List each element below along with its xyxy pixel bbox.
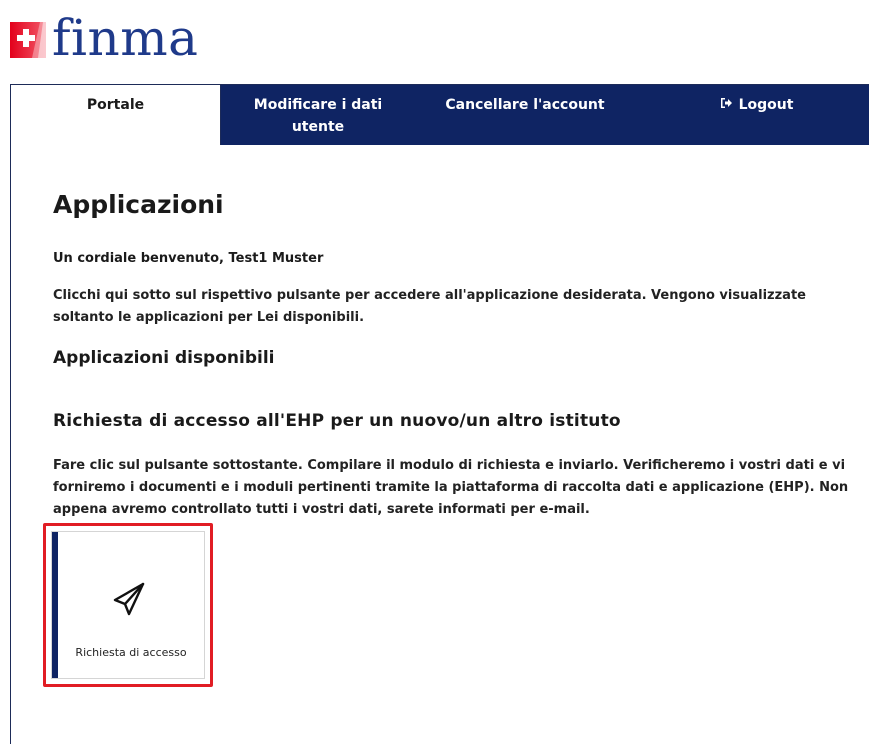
access-request-heading: Richiesta di accesso all'EHP per un nuov… <box>53 411 621 431</box>
tab-modify-label-line2: utente <box>291 119 345 135</box>
available-apps-heading: Applicazioni disponibili <box>53 348 275 368</box>
access-request-description: Fare clic sul pulsante sottostante. Comp… <box>53 458 849 517</box>
tab-portale-label: Portale <box>86 97 145 113</box>
tab-modify-label-line1: Modificare i dati <box>253 97 383 113</box>
paper-plane-icon <box>110 580 148 618</box>
tab-modify-user-data[interactable]: Modificare i dati utente <box>221 85 415 145</box>
tab-delete-account-label: Cancellare l'account <box>445 97 605 113</box>
intro-text: Clicchi qui sotto sul rispettivo pulsant… <box>53 288 806 325</box>
tab-bar: Portale Modificare i dati utente Cancell… <box>11 85 869 145</box>
swiss-flag-icon <box>10 22 46 58</box>
page-title: Applicazioni <box>53 190 224 219</box>
welcome-text: Un cordiale benvenuto, Test1 Muster <box>53 251 324 266</box>
logout-icon <box>720 94 733 145</box>
portal-panel: Portale Modificare i dati utente Cancell… <box>10 84 869 744</box>
tab-logout[interactable]: Logout <box>635 85 869 145</box>
logo-text: finma <box>52 9 199 67</box>
tab-delete-account[interactable]: Cancellare l'account <box>415 85 635 145</box>
card-label: Richiesta di accesso <box>75 646 187 659</box>
access-request-card[interactable]: Richiesta di accesso <box>51 531 205 679</box>
tab-logout-label: Logout <box>738 97 794 113</box>
tab-portale[interactable]: Portale <box>11 85 221 145</box>
finma-logo: finma <box>10 9 199 67</box>
